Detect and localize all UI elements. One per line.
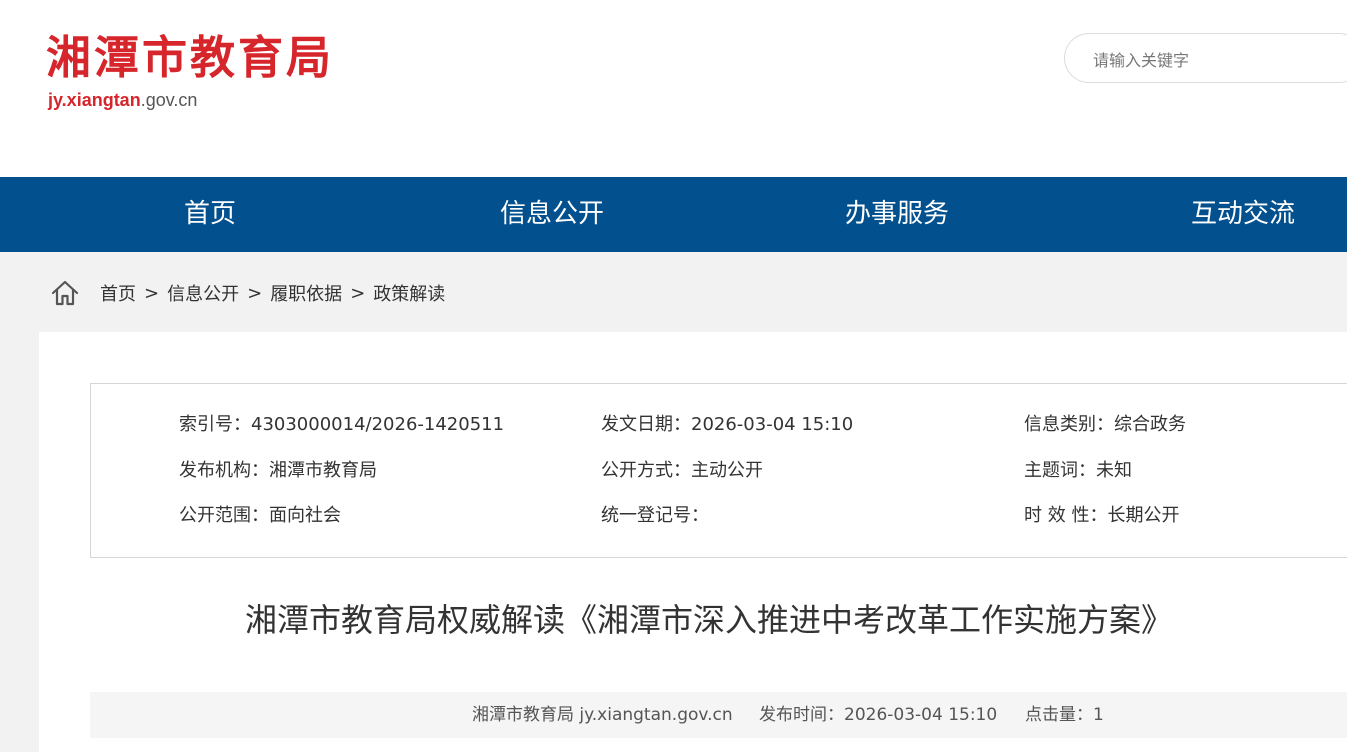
article-info-bar: 湘潭市教育局 jy.xiangtan.gov.cn 发布时间：2026-03-0…: [90, 692, 1347, 738]
search-box[interactable]: [1064, 33, 1347, 83]
meta-validity: 时 效 性：长期公开: [1024, 505, 1180, 526]
breadcrumb-separator: >: [247, 282, 263, 304]
meta-publish-date: 发文日期：2026-03-04 15:10: [601, 414, 854, 435]
nav-item-services[interactable]: 办事服务: [845, 177, 949, 252]
breadcrumb: 首页 > 信息公开 > 履职依据 > 政策解读: [50, 275, 445, 311]
article-card: 索引号：4303000014/2026-1420511 发文日期：2026-03…: [39, 332, 1347, 752]
meta-index-no: 索引号：4303000014/2026-1420511: [179, 414, 505, 435]
article-publish-time: 发布时间：2026-03-04 15:10: [759, 705, 998, 725]
logo-domain-suffix: .gov.cn: [140, 90, 198, 110]
meta-subject: 主题词：未知: [1024, 460, 1132, 481]
article-title: 湘潭市教育局权威解读《湘潭市深入推进中考改革工作实施方案》: [245, 601, 1174, 639]
main-nav: 首页 信息公开 办事服务 互动交流: [0, 177, 1347, 252]
home-icon[interactable]: [50, 278, 80, 308]
document-meta-table: 索引号：4303000014/2026-1420511 发文日期：2026-03…: [90, 383, 1347, 558]
breadcrumb-separator: >: [144, 282, 160, 304]
article-views: 点击量：1: [1025, 705, 1104, 725]
breadcrumb-separator: >: [350, 282, 366, 304]
breadcrumb-item-info-disclosure[interactable]: 信息公开: [167, 280, 239, 306]
search-input[interactable]: [1091, 46, 1335, 74]
logo-domain-main: jy.xiangtan: [48, 90, 141, 110]
nav-item-info-disclosure[interactable]: 信息公开: [500, 177, 604, 252]
nav-item-home[interactable]: 首页: [184, 177, 236, 252]
article-source: 湘潭市教育局 jy.xiangtan.gov.cn: [472, 705, 733, 725]
nav-item-interaction[interactable]: 互动交流: [1191, 177, 1295, 252]
meta-info-category: 信息类别：综合政务: [1024, 414, 1186, 435]
meta-disclosure-scope: 公开范围：面向社会: [179, 505, 341, 526]
site-logo-title[interactable]: 湘潭市教育局: [46, 28, 334, 88]
breadcrumb-item-duty-basis[interactable]: 履职依据: [270, 280, 342, 306]
site-header: 湘潭市教育局 jy.xiangtan.gov.cn: [0, 0, 1347, 177]
breadcrumb-item-policy-interpretation[interactable]: 政策解读: [373, 280, 445, 306]
breadcrumb-item-home[interactable]: 首页: [100, 280, 136, 306]
meta-issuing-agency: 发布机构：湘潭市教育局: [179, 460, 377, 481]
site-logo-domain: jy.xiangtan.gov.cn: [48, 89, 197, 111]
meta-unified-reg-no: 统一登记号：: [601, 505, 709, 526]
meta-disclosure-method: 公开方式：主动公开: [601, 460, 763, 481]
